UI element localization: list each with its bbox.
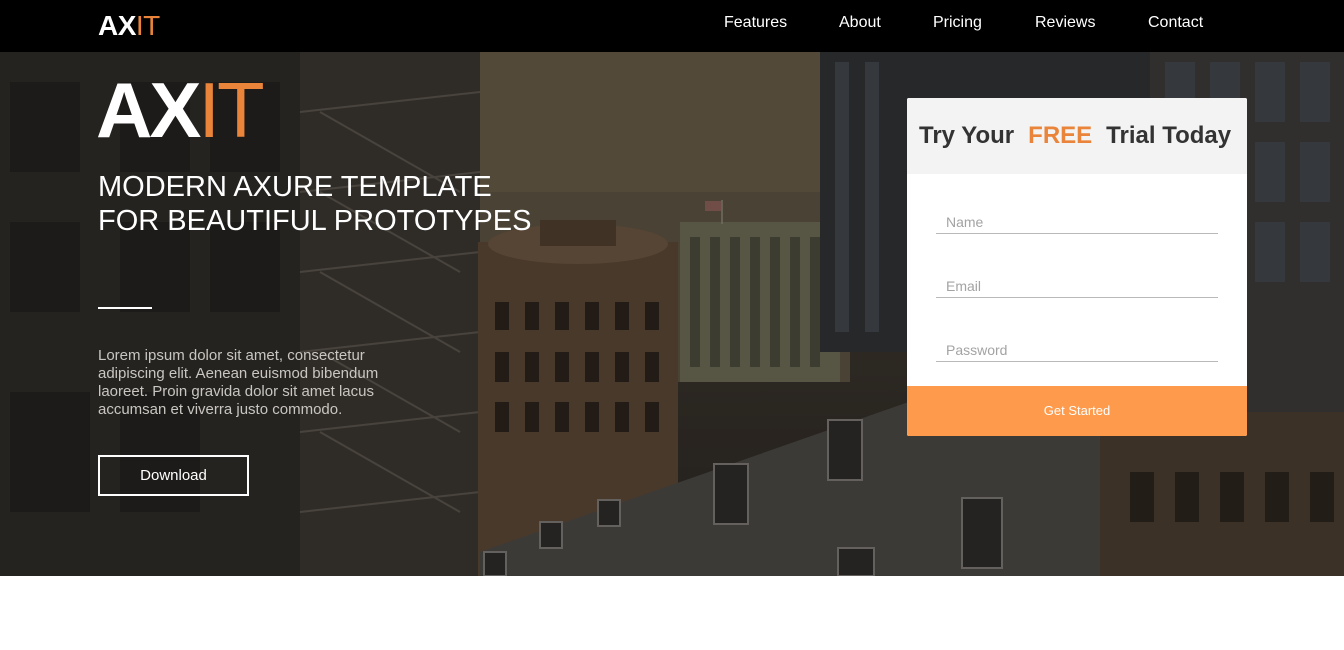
nav-link-about[interactable]: About <box>839 13 881 33</box>
nav-link-contact[interactable]: Contact <box>1148 13 1203 33</box>
nav-logo-primary: AX <box>98 10 136 41</box>
signup-title-highlight: FREE <box>1028 122 1093 149</box>
hero-body-text: Lorem ipsum dolor sit amet, consectetur … <box>98 347 379 418</box>
email-field <box>936 276 1218 298</box>
signup-title-before: Try Your <box>919 122 1015 149</box>
signup-title-after: Trial Today <box>1106 122 1232 149</box>
nav-link-pricing[interactable]: Pricing <box>933 13 982 33</box>
get-started-button[interactable]: Get Started <box>907 386 1247 436</box>
name-input[interactable] <box>936 212 1218 232</box>
nav-logo[interactable]: AXIT <box>98 10 160 42</box>
signup-card: Try Your FREE Trial Today Get Started <box>907 98 1247 436</box>
download-button[interactable]: Download <box>98 455 249 496</box>
name-field <box>936 212 1218 234</box>
nav-link-reviews[interactable]: Reviews <box>1035 13 1095 33</box>
hero-logo: AXIT <box>96 70 265 150</box>
password-input[interactable] <box>936 340 1218 360</box>
top-navbar: AXIT Features About Pricing Reviews Cont… <box>0 0 1344 52</box>
hero-divider <box>98 307 152 309</box>
signup-card-header: Try Your FREE Trial Today <box>907 98 1247 174</box>
password-field <box>936 340 1218 362</box>
hero-logo-primary: AX <box>96 66 201 154</box>
hero-title: MODERN AXURE TEMPLATE FOR BEAUTIFUL PROT… <box>98 171 532 237</box>
signup-title: Try Your FREE Trial Today <box>919 122 1231 150</box>
nav-logo-accent: IT <box>135 10 160 41</box>
nav-link-features[interactable]: Features <box>724 13 787 33</box>
hero-logo-accent: IT <box>198 66 264 154</box>
email-input[interactable] <box>936 276 1218 296</box>
